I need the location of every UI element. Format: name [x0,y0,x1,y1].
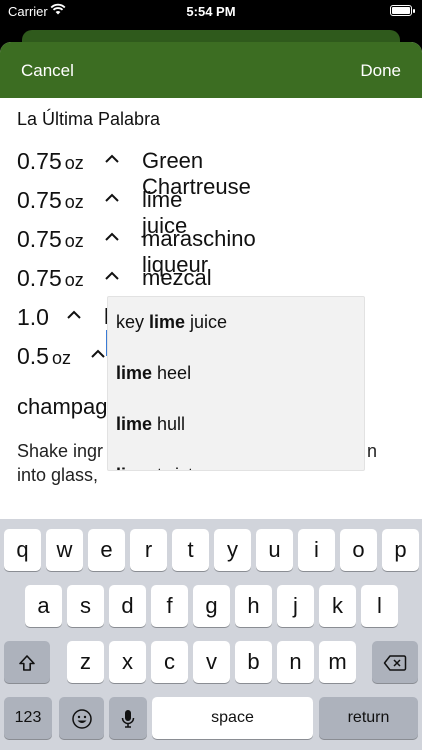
done-button[interactable]: Done [360,61,401,81]
key-n[interactable]: n [277,641,314,683]
key-p[interactable]: p [382,529,419,571]
battery-icon [390,5,415,16]
chevron-up-icon[interactable] [89,347,107,361]
key-l[interactable]: l [361,585,398,627]
key-y[interactable]: y [214,529,251,571]
key-g[interactable]: g [193,585,230,627]
navigation-bar: Cancel Done [0,42,422,98]
recipe-title-field[interactable]: La Última Palabra [17,109,160,130]
key-h[interactable]: h [235,585,272,627]
amount-field[interactable]: 0.75 oz [17,265,84,292]
key-a[interactable]: a [25,585,62,627]
backspace-icon [383,655,407,671]
key-e[interactable]: e [88,529,125,571]
status-bar: Carrier 5:54 PM [0,0,422,26]
shift-icon [19,655,35,671]
numbers-key[interactable]: 123 [4,697,52,739]
key-b[interactable]: b [235,641,272,683]
emoji-icon [71,709,92,729]
chevron-up-icon[interactable] [65,308,83,322]
key-t[interactable]: t [172,529,209,571]
suggestion-item[interactable]: lime heel [108,348,364,399]
suggestion-item[interactable]: key lime juice [108,297,364,348]
key-d[interactable]: d [109,585,146,627]
garnish-field[interactable]: champag [17,394,108,420]
key-f[interactable]: f [151,585,188,627]
chevron-up-icon[interactable] [103,152,121,166]
chevron-up-icon[interactable] [103,230,121,244]
emoji-key[interactable] [59,697,104,739]
key-m[interactable]: m [319,641,356,683]
key-o[interactable]: o [340,529,377,571]
microphone-icon [121,710,135,728]
amount-field[interactable]: 0.75 oz [17,148,84,175]
autocomplete-list: key lime juice lime heel lime hull lime … [107,296,365,471]
space-key[interactable]: space [152,697,313,739]
key-r[interactable]: r [130,529,167,571]
delete-key[interactable] [372,641,418,683]
key-c[interactable]: c [151,641,188,683]
key-j[interactable]: j [277,585,314,627]
key-s[interactable]: s [67,585,104,627]
key-q[interactable]: q [4,529,41,571]
dictation-key[interactable] [109,697,147,739]
chevron-up-icon[interactable] [103,269,121,283]
amount-field[interactable]: 1.0 [17,304,52,331]
amount-field[interactable]: 0.75 oz [17,226,84,253]
suggestion-item[interactable]: lime twist [108,450,364,470]
status-time: 5:54 PM [186,4,236,19]
amount-field[interactable]: 0.75 oz [17,187,84,214]
key-v[interactable]: v [193,641,230,683]
return-key[interactable]: return [319,697,418,739]
cancel-button[interactable]: Cancel [21,61,74,81]
shift-key[interactable] [4,641,50,683]
keyboard: q w e r t y u i o p a s d f g h j k l z … [0,519,422,750]
key-w[interactable]: w [46,529,83,571]
key-z[interactable]: z [67,641,104,683]
ingredient-name-field[interactable]: mezcal [142,265,212,291]
chevron-up-icon[interactable] [103,191,121,205]
key-u[interactable]: u [256,529,293,571]
suggestion-item[interactable]: lime hull [108,399,364,450]
key-i[interactable]: i [298,529,335,571]
key-x[interactable]: x [109,641,146,683]
key-k[interactable]: k [319,585,356,627]
amount-field[interactable]: 0.5 oz [17,343,71,370]
